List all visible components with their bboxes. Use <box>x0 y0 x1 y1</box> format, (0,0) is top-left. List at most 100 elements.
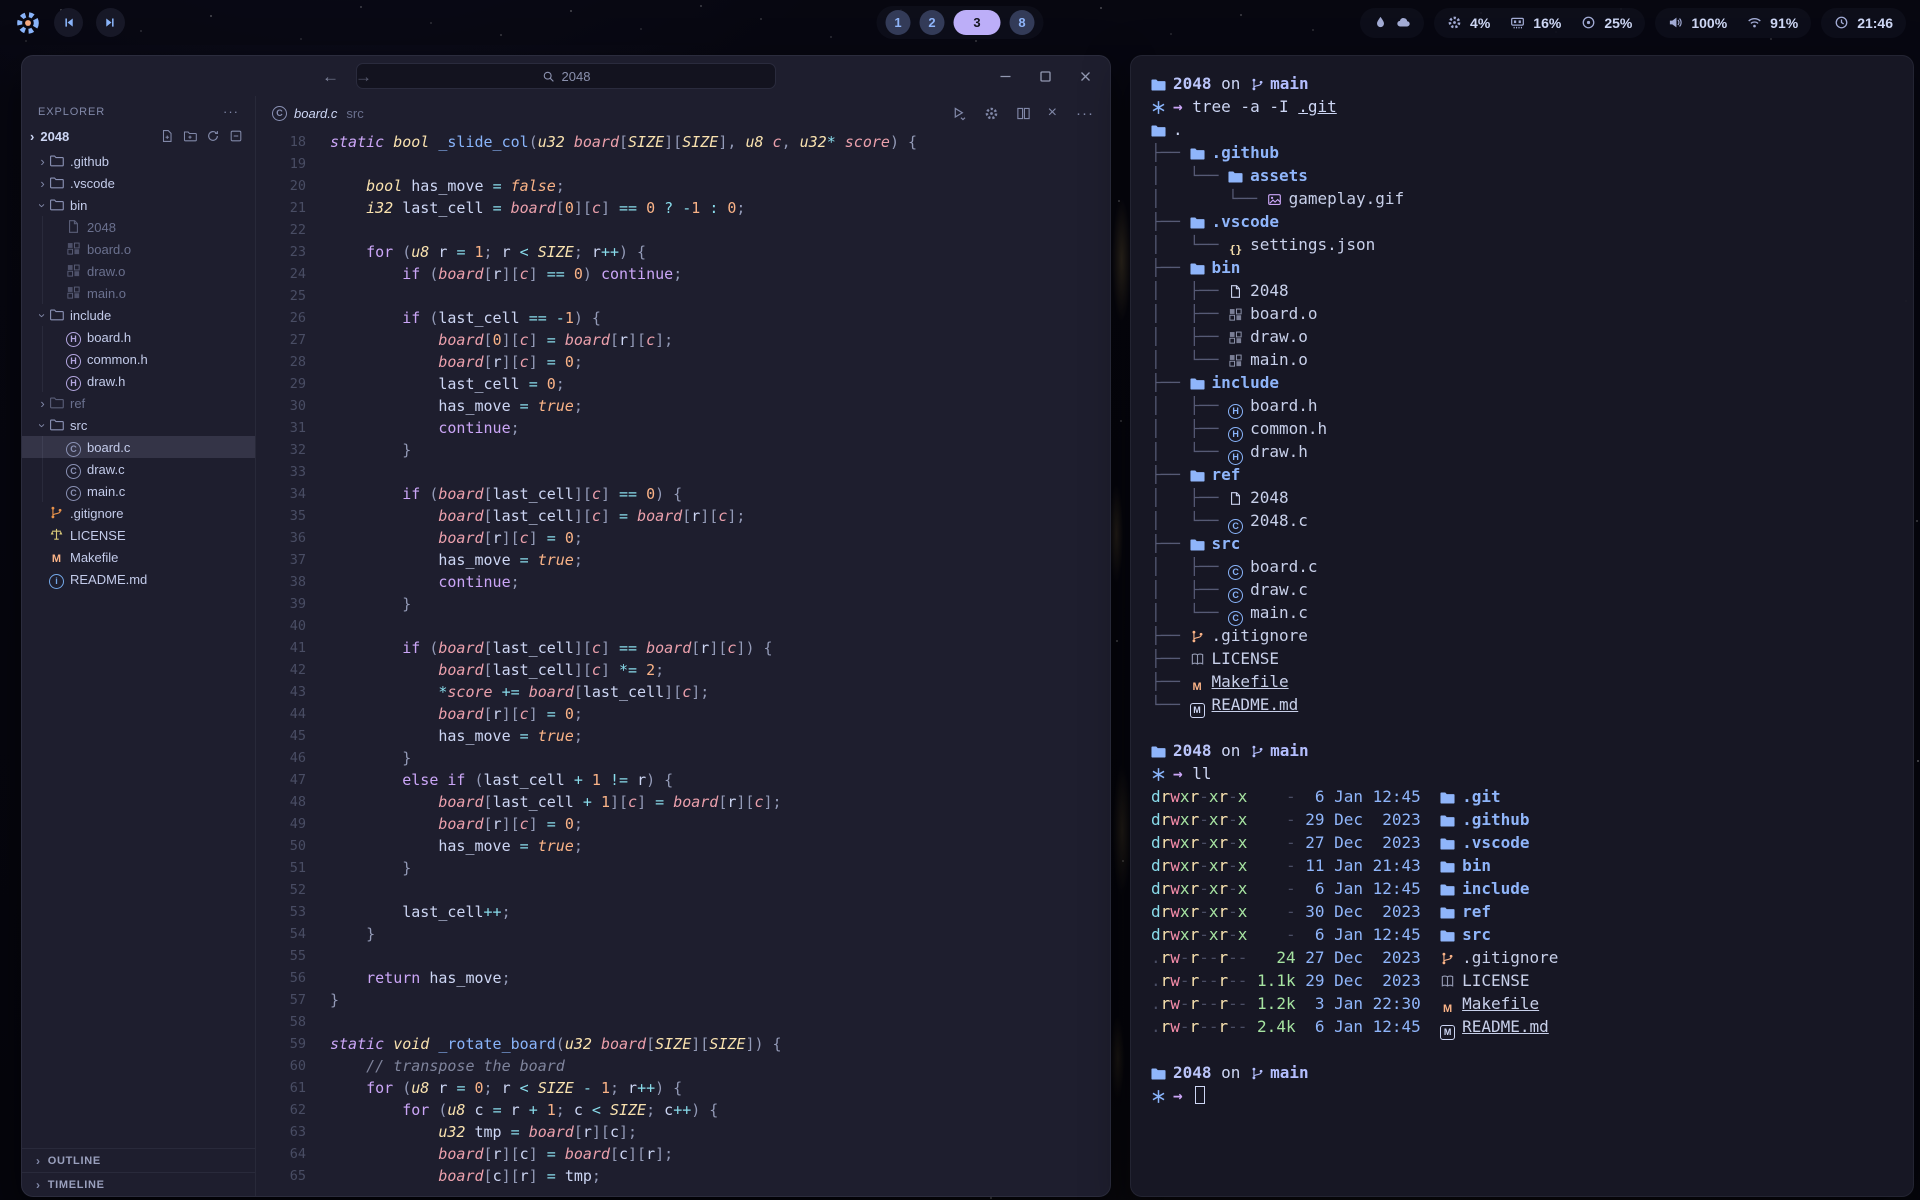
wifi-strength: 91% <box>1770 15 1798 31</box>
close-editor-button[interactable]: × <box>1048 105 1057 121</box>
readme-icon: i <box>49 574 64 589</box>
file-tree-item[interactable]: .gitignore <box>22 502 255 524</box>
code-line: 27 board[0][c] = board[r][c]; <box>256 329 1110 351</box>
system-stats-widget[interactable]: 4% 16% 25% <box>1434 8 1645 38</box>
tab-board-c[interactable]: C board.c src <box>272 106 364 121</box>
file-tree-item[interactable]: ›bin <box>22 194 255 216</box>
explorer-title: EXPLORER <box>38 106 105 118</box>
ls-output-line: .rw-r--r-- 2.4k 6 Jan 12:45 MREADME.md <box>1151 1015 1893 1038</box>
file-tree-item[interactable]: Cmain.c <box>22 480 255 502</box>
file-label: include <box>70 308 111 323</box>
code-line: 38 continue; <box>256 571 1110 593</box>
settings-gear-icon[interactable] <box>984 106 999 121</box>
search-icon <box>542 70 555 83</box>
file-tree-item[interactable]: ›include <box>22 304 255 326</box>
collapse-folders-button[interactable] <box>229 129 243 143</box>
folder-icon <box>49 307 64 322</box>
clock-widget[interactable]: 21:46 <box>1821 8 1906 38</box>
chevron-right-icon: › <box>36 176 49 191</box>
minimize-button[interactable] <box>999 70 1012 83</box>
code-line: 52 <box>256 879 1110 901</box>
file-tree-item[interactable]: ›.vscode <box>22 172 255 194</box>
outline-section-header[interactable]: › OUTLINE <box>22 1148 255 1172</box>
file-tree-item[interactable]: iREADME.md <box>22 568 255 590</box>
code-line: 40 <box>256 615 1110 637</box>
vscode-titlebar: ← → 2048 <box>22 56 1110 96</box>
run-code-button[interactable] <box>952 106 967 121</box>
project-root-label: 2048 <box>40 129 69 144</box>
code-line: 21 i32 last_cell = board[0][c] == 0 ? -1… <box>256 197 1110 219</box>
image-icon <box>1267 192 1282 207</box>
clock-time: 21:46 <box>1857 15 1893 31</box>
code-line: 42 board[last_cell][c] *= 2; <box>256 659 1110 681</box>
forward-button[interactable]: → <box>355 68 372 85</box>
code-editor[interactable]: 18static bool _slide_col(u32 board[SIZE]… <box>256 130 1110 1196</box>
code-line: 24 if (board[r][c] == 0) continue; <box>256 263 1110 285</box>
code-line: 44 board[r][c] = 0; <box>256 703 1110 725</box>
file-tree-item[interactable]: LICENSE <box>22 524 255 546</box>
timeline-section-header[interactable]: › TIMELINE <box>22 1172 255 1196</box>
code-line: 31 continue; <box>256 417 1110 439</box>
tree-output-line: . <box>1151 118 1893 141</box>
file-icon <box>1228 284 1243 299</box>
media-next-button[interactable] <box>96 8 125 37</box>
weather-widget[interactable] <box>1360 8 1424 38</box>
ls-output-line: .rw-r--r-- 1.2k 3 Jan 22:30 MMakefile <box>1151 992 1893 1015</box>
file-tree-item[interactable]: ›.github <box>22 150 255 172</box>
file-tree-item[interactable]: Hboard.h <box>22 326 255 348</box>
code-line: 46 } <box>256 747 1110 769</box>
file-tree-item[interactable]: Hdraw.h <box>22 370 255 392</box>
book-icon <box>1440 974 1455 989</box>
command-center-search[interactable]: 2048 <box>356 63 776 89</box>
project-root-row[interactable]: › 2048 <box>22 124 255 148</box>
workspace-3[interactable]: 3 <box>954 10 1001 35</box>
file-tree-item[interactable]: Hcommon.h <box>22 348 255 370</box>
folder-icon <box>49 153 64 168</box>
folder-icon <box>1190 376 1205 391</box>
code-line: 35 board[last_cell][c] = board[r][c]; <box>256 505 1110 527</box>
h-file-icon: H <box>66 354 81 369</box>
ls-output-line: .rw-r--r-- 1.1k 29 Dec 2023 LICENSE <box>1151 969 1893 992</box>
workspace-2[interactable]: 2 <box>920 10 945 35</box>
workspace-1[interactable]: 1 <box>886 10 911 35</box>
file-label: draw.c <box>87 462 125 477</box>
explorer-more-actions[interactable]: ··· <box>223 104 239 119</box>
back-button[interactable]: ← <box>322 68 339 85</box>
file-tree-item[interactable]: Cdraw.c <box>22 458 255 480</box>
code-line: 48 board[last_cell + 1][c] = board[r][c]… <box>256 791 1110 813</box>
file-tree-item[interactable]: 2048 <box>22 216 255 238</box>
close-button[interactable] <box>1079 70 1092 83</box>
tree-output-line: ├── ref <box>1151 463 1893 486</box>
top-bar-right: 4% 16% 25% 100% 91% 21:46 <box>1360 8 1906 38</box>
file-tree-item[interactable]: Cboard.c <box>22 436 255 458</box>
file-tree-item[interactable]: board.o <box>22 238 255 260</box>
chevron-right-icon: › <box>36 1178 41 1192</box>
file-tree-item[interactable]: draw.o <box>22 260 255 282</box>
audio-network-widget[interactable]: 100% 91% <box>1655 8 1811 38</box>
tree-output-line: │ ├── Cdraw.c <box>1151 578 1893 601</box>
maximize-button[interactable] <box>1039 70 1052 83</box>
media-prev-button[interactable] <box>54 8 83 37</box>
tree-output-line: ├── LICENSE <box>1151 647 1893 670</box>
git-icon <box>1190 629 1205 644</box>
split-editor-button[interactable] <box>1016 106 1031 121</box>
file-label: board.o <box>87 242 131 257</box>
file-label: Makefile <box>70 550 118 565</box>
folder-icon <box>1440 928 1455 943</box>
refresh-explorer-button[interactable] <box>206 129 220 143</box>
editor-more-actions[interactable]: ··· <box>1076 105 1094 122</box>
code-line: 41 if (board[last_cell][c] == board[r][c… <box>256 637 1110 659</box>
file-tree-item[interactable]: MMakefile <box>22 546 255 568</box>
explorer-sidebar: EXPLORER ··· › 2048 ›.github›.vscode›bin… <box>22 96 256 1196</box>
new-file-button[interactable] <box>160 129 174 143</box>
workspace-8[interactable]: 8 <box>1010 10 1035 35</box>
launcher-icon[interactable] <box>14 9 41 36</box>
file-tree-item[interactable]: ›src <box>22 414 255 436</box>
terminal-window[interactable]: 2048 on main→ tree -a -I .git.├── .githu… <box>1130 55 1914 1197</box>
file-tree-item[interactable]: ›ref <box>22 392 255 414</box>
ls-output-line: drwxr-xr-x - 6 Jan 12:45 src <box>1151 923 1893 946</box>
chevron-down-icon: › <box>35 199 50 212</box>
folder-icon <box>1440 836 1455 851</box>
new-folder-button[interactable] <box>183 129 197 143</box>
file-tree-item[interactable]: main.o <box>22 282 255 304</box>
